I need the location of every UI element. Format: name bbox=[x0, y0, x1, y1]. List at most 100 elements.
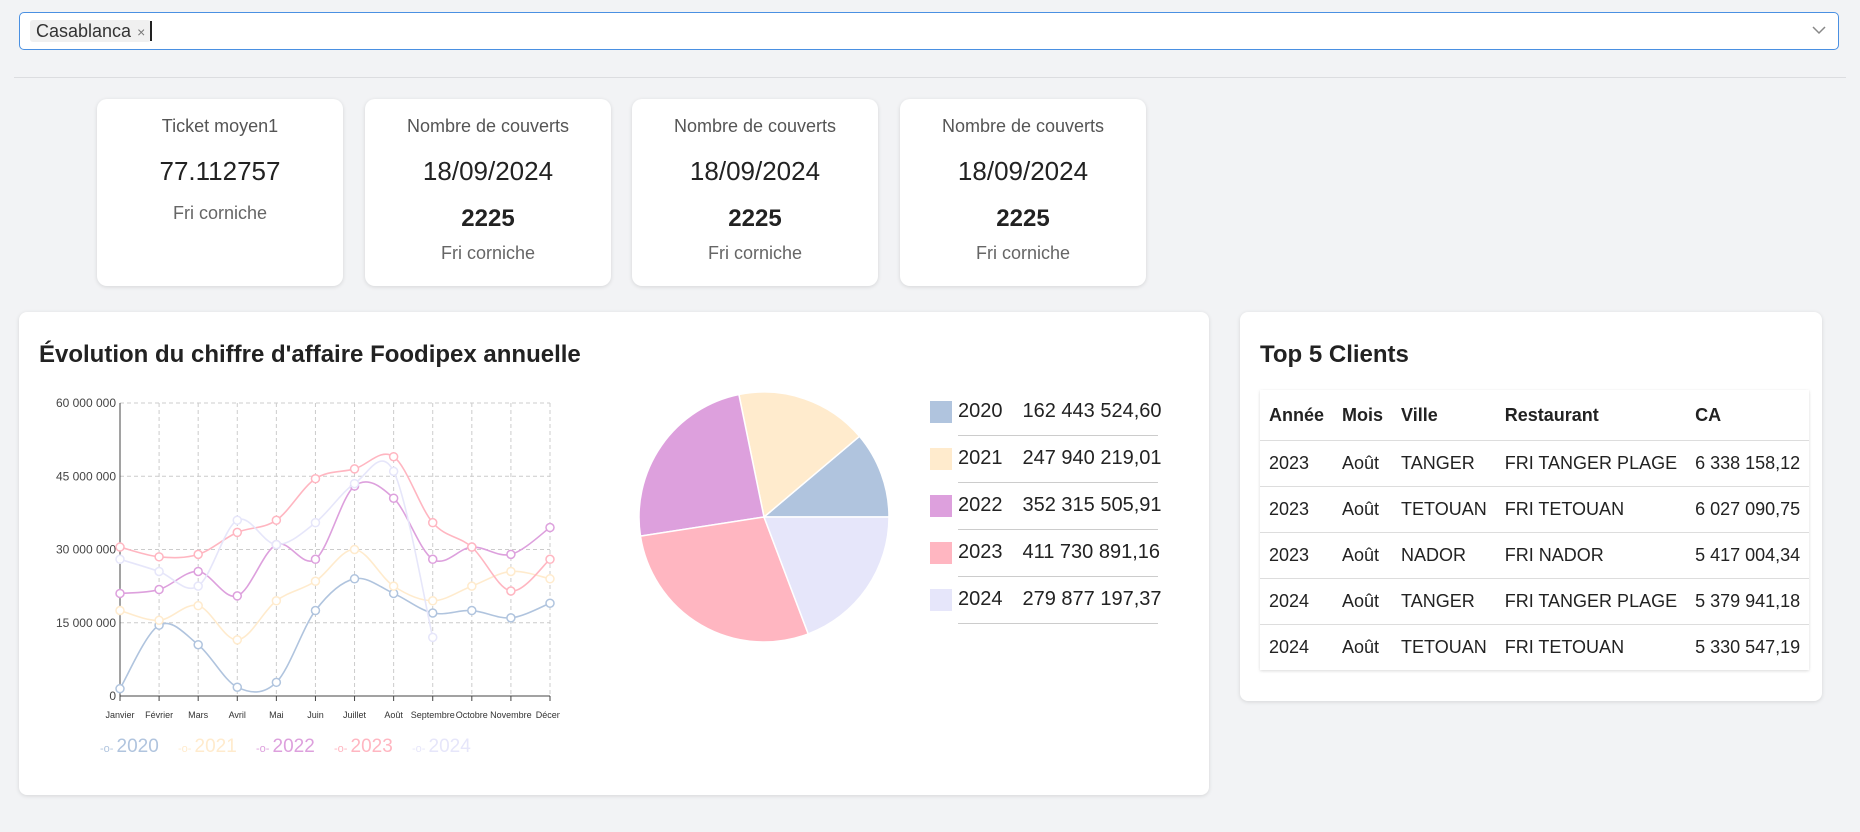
data-point-2023 bbox=[467, 542, 477, 552]
legend-divider bbox=[958, 529, 1158, 530]
pie-legend-item-2020[interactable]: 2020 162 443 524,60 bbox=[930, 395, 1170, 436]
legend-label: 2024 279 877 197,37 bbox=[958, 588, 1162, 610]
kpi-subtitle: Fri corniche bbox=[975, 243, 1071, 263]
kpi-value: 18/09/2024 bbox=[422, 156, 554, 186]
data-point-2022 bbox=[115, 588, 125, 599]
table-row: 2024 Août TETOUAN FRI TETOUAN 5 330 547,… bbox=[1260, 625, 1809, 671]
legend-item-2022[interactable]: -o- 2022 bbox=[256, 736, 315, 758]
pie-legend: 2020 162 443 524,60 2021 247 940 219,01 20… bbox=[930, 395, 1170, 635]
cell-mois: Août bbox=[1333, 532, 1393, 579]
legend-swatch bbox=[930, 495, 952, 517]
table-header-row: Année Mois Ville Restaurant CA bbox=[1260, 390, 1810, 441]
series-line-2022 bbox=[119, 481, 551, 597]
data-point-2021 bbox=[271, 596, 282, 606]
cell-mois: Août bbox=[1333, 440, 1393, 487]
kpi-card-couverts-3: Nombre de couverts 18/09/2024 2225 Fri c… bbox=[900, 99, 1146, 286]
legend-divider bbox=[958, 435, 1158, 436]
pie-legend-item-2022[interactable]: 2022 352 315 505,91 bbox=[930, 489, 1170, 530]
data-point-2021 bbox=[310, 576, 321, 586]
legend-swatch bbox=[930, 542, 952, 564]
data-point-2023 bbox=[388, 451, 399, 462]
kpi-card-couverts-1: Nombre de couverts 18/09/2024 2225 Fri c… bbox=[365, 99, 611, 286]
cell-ca: 5 379 941,18 bbox=[1686, 578, 1810, 625]
legend-label: 2022 bbox=[272, 736, 315, 757]
data-point-2022 bbox=[388, 493, 399, 503]
kpi-title: Ticket moyen1 bbox=[161, 116, 279, 136]
data-point-2023 bbox=[427, 517, 438, 528]
chevron-down-icon[interactable] bbox=[1810, 21, 1828, 39]
data-point-2023 bbox=[310, 473, 321, 484]
x-tick-label: Juillet bbox=[343, 710, 367, 720]
top-clients-panel: Top 5 Clients Année Mois Ville Restauran… bbox=[1240, 312, 1822, 701]
data-point-2021 bbox=[115, 605, 125, 616]
legend-divider bbox=[958, 576, 1158, 577]
kpi-card-couverts-2: Nombre de couverts 18/09/2024 2225 Fri c… bbox=[632, 99, 878, 286]
x-tick-label: Août bbox=[384, 710, 403, 720]
filter-tag-label: Casablanca bbox=[36, 21, 132, 41]
y-tick-label: 0 bbox=[109, 689, 116, 703]
panel-title: Top 5 Clients bbox=[1260, 341, 1409, 368]
column-header: Année bbox=[1260, 390, 1334, 441]
data-point-2023 bbox=[506, 586, 516, 596]
legend-marker-icon: -o- bbox=[178, 743, 195, 755]
kpi-title: Nombre de couverts bbox=[406, 116, 570, 136]
table-row: 2023 Août TANGER FRI TANGER PLAGE 6 338 … bbox=[1260, 440, 1810, 487]
legend-item-2021[interactable]: -o- 2021 bbox=[178, 736, 237, 758]
data-point-2023 bbox=[349, 464, 360, 474]
legend-item-2020[interactable]: -o- 2020 bbox=[100, 736, 159, 758]
table-row: 2023 Août NADOR FRI NADOR 5 417 004,34 bbox=[1260, 532, 1810, 579]
legend-swatch bbox=[930, 448, 952, 470]
legend-divider bbox=[958, 482, 1158, 483]
data-point-2022 bbox=[193, 566, 203, 577]
cell-annee: 2023 bbox=[1260, 532, 1334, 579]
cell-ca: 6 027 090,75 bbox=[1686, 486, 1810, 533]
cell-ville: TANGER bbox=[1392, 440, 1496, 487]
data-point-2022 bbox=[310, 554, 321, 565]
cell-ca: 5 417 004,34 bbox=[1686, 532, 1810, 579]
legend-item-2024[interactable]: -o- 2024 bbox=[412, 736, 471, 758]
city-filter-select[interactable]: Casablanca × bbox=[19, 12, 1839, 50]
x-tick-label: Octobre bbox=[456, 710, 488, 720]
data-point-2021 bbox=[193, 600, 203, 611]
data-point-2024 bbox=[388, 466, 399, 477]
legend-label: 2020 bbox=[116, 736, 159, 757]
x-tick-label: Septembre bbox=[411, 710, 455, 720]
x-tick-label: Mars bbox=[188, 710, 208, 720]
cell-restaurant: FRI NADOR bbox=[1495, 532, 1687, 579]
y-tick-label: 45 000 000 bbox=[56, 469, 116, 483]
y-tick-label: 60 000 000 bbox=[56, 396, 116, 410]
data-point-2020 bbox=[193, 639, 203, 650]
column-header: Restaurant bbox=[1495, 390, 1687, 441]
data-point-2020 bbox=[310, 605, 321, 616]
legend-label: 2023 bbox=[350, 736, 393, 757]
close-icon[interactable]: × bbox=[137, 24, 145, 40]
kpi-count: 2225 bbox=[461, 205, 515, 232]
column-header: CA bbox=[1686, 390, 1810, 441]
legend-item-2023[interactable]: -o- 2023 bbox=[334, 736, 393, 758]
cell-mois: Août bbox=[1333, 578, 1393, 625]
pie-chart bbox=[638, 391, 890, 643]
line-chart: 0 15 000 000 30 000 000 45 000 000 60 000 00… bbox=[56, 396, 560, 720]
cell-ville: TETOUAN bbox=[1401, 637, 1487, 657]
cell-restaurant: FRI TETOUAN bbox=[1504, 637, 1625, 657]
text-cursor bbox=[150, 21, 152, 41]
legend-swatch bbox=[930, 401, 952, 423]
cell-ca: 6 338 158,12 bbox=[1686, 440, 1810, 487]
cell-restaurant: FRI TANGER PLAGE bbox=[1495, 578, 1687, 625]
data-point-2020 bbox=[427, 608, 438, 618]
data-point-2024 bbox=[193, 581, 203, 591]
cell-mois: Août bbox=[1342, 637, 1380, 657]
pie-legend-item-2024[interactable]: 2024 279 877 197,37 bbox=[930, 583, 1170, 624]
panel-title: Évolution du chiffre d'affaire Foodipex … bbox=[39, 341, 581, 368]
table-row: 2023 Août TETOUAN FRI TETOUAN 6 027 090,… bbox=[1260, 486, 1810, 533]
data-point-2021 bbox=[232, 635, 243, 645]
pie-legend-item-2021[interactable]: 2021 247 940 219,01 bbox=[930, 442, 1170, 483]
column-header: Ville bbox=[1392, 390, 1496, 441]
data-point-2023 bbox=[154, 552, 164, 562]
pie-legend-item-2023[interactable]: 2023 411 730 891,16 bbox=[930, 536, 1170, 577]
filter-tag-casablanca: Casablanca × bbox=[30, 20, 152, 42]
divider bbox=[14, 77, 1846, 78]
kpi-subtitle: Fri corniche bbox=[707, 243, 803, 263]
data-point-2023 bbox=[232, 527, 243, 538]
data-point-2023 bbox=[271, 515, 282, 525]
